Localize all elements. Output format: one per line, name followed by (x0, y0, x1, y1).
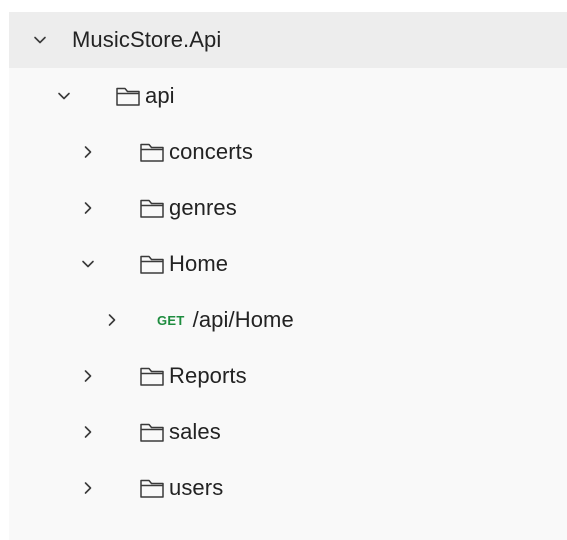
folder-label: Home (169, 251, 229, 276)
http-method-badge: GET (157, 312, 185, 328)
collection-name: MusicStore.Api (72, 27, 222, 52)
tree-item-folder-home[interactable]: Home (9, 236, 567, 292)
folder-icon (139, 197, 165, 219)
folder-icon (139, 253, 165, 275)
tree-item-collection[interactable]: MusicStore.Api (9, 12, 567, 68)
tree-item-folder-users[interactable]: users (9, 460, 567, 516)
folder-label: concerts (169, 139, 253, 164)
folder-icon (139, 477, 165, 499)
chevron-right-icon[interactable] (79, 479, 97, 497)
tree-item-folder-sales[interactable]: sales (9, 404, 567, 460)
request-path: /api/Home (192, 307, 294, 332)
tree-item-folder-reports[interactable]: Reports (9, 348, 567, 404)
chevron-right-icon[interactable] (79, 423, 97, 441)
chevron-down-icon[interactable] (79, 255, 97, 273)
folder-label: sales (169, 419, 221, 444)
chevron-right-icon[interactable] (79, 199, 97, 217)
chevron-right-icon[interactable] (103, 311, 121, 329)
chevron-right-icon[interactable] (79, 367, 97, 385)
folder-icon (115, 85, 141, 107)
sidebar-collection-tree: MusicStore.Api api concerts genres Home … (9, 12, 567, 540)
chevron-down-icon[interactable] (55, 87, 73, 105)
tree-item-request-home-get[interactable]: GET /api/Home (9, 292, 567, 348)
folder-icon (139, 421, 165, 443)
folder-label: genres (169, 195, 237, 220)
folder-icon (139, 365, 165, 387)
folder-label: Reports (169, 363, 247, 388)
tree-item-folder-genres[interactable]: genres (9, 180, 567, 236)
chevron-down-icon[interactable] (31, 31, 49, 49)
folder-label: users (169, 475, 224, 500)
chevron-right-icon[interactable] (79, 143, 97, 161)
tree-item-folder-concerts[interactable]: concerts (9, 124, 567, 180)
tree-item-folder-api[interactable]: api (9, 68, 567, 124)
folder-label: api (145, 83, 175, 108)
tree: MusicStore.Api api concerts genres Home … (9, 12, 567, 516)
folder-icon (139, 141, 165, 163)
